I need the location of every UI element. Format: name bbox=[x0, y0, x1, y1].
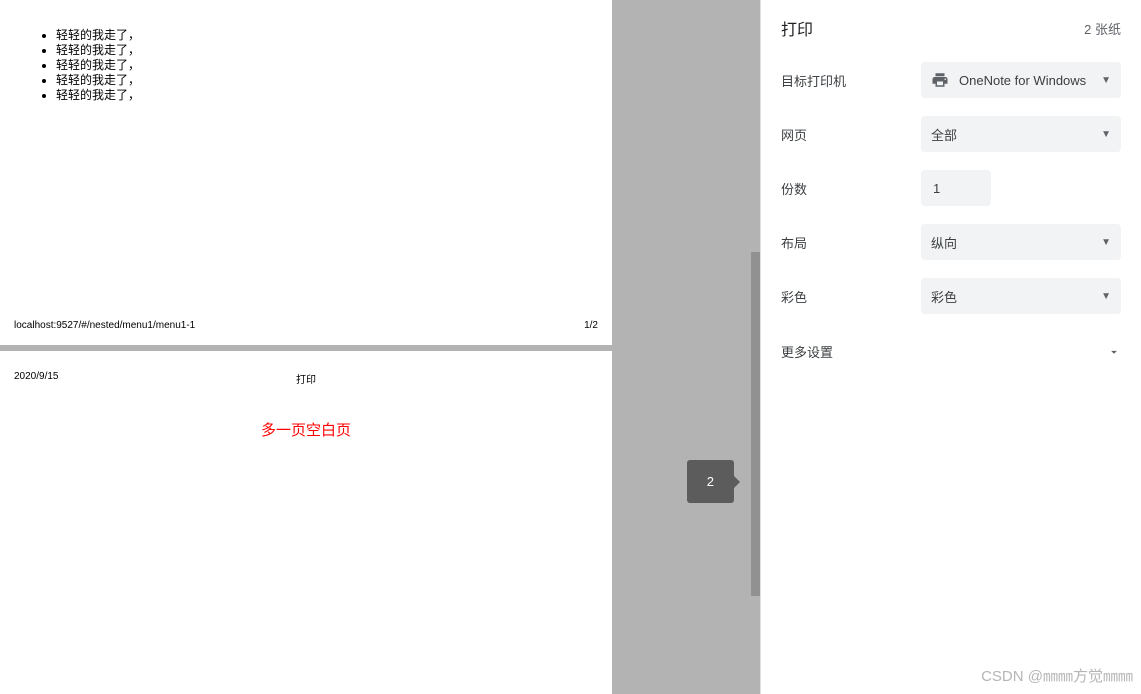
layout-value: 纵向 bbox=[931, 233, 1101, 252]
content-list: 轻轻的我走了， 轻轻的我走了， 轻轻的我走了， 轻轻的我走了， 轻轻的我走了， bbox=[0, 0, 612, 103]
preview-scrollbar-thumb[interactable] bbox=[751, 252, 760, 596]
destination-value: OneNote for Windows bbox=[959, 73, 1101, 88]
row-color: 彩色 彩色 ▼ bbox=[781, 278, 1121, 314]
footer-url: localhost:9527/#/nested/menu1/menu1-1 bbox=[14, 320, 195, 331]
layout-label: 布局 bbox=[781, 233, 921, 252]
list-item: 轻轻的我走了， bbox=[56, 43, 612, 58]
panel-title: 打印 bbox=[781, 16, 813, 40]
destination-select[interactable]: OneNote for Windows ▼ bbox=[921, 62, 1121, 98]
list-item: 轻轻的我走了， bbox=[56, 73, 612, 88]
row-destination: 目标打印机 OneNote for Windows ▼ bbox=[781, 62, 1121, 98]
header-spacer bbox=[403, 371, 598, 386]
footer-page-number: 1/2 bbox=[584, 320, 598, 331]
list-item: 轻轻的我走了， bbox=[56, 28, 612, 43]
panel-header: 打印 2 张纸 bbox=[781, 16, 1121, 40]
page-strip: 轻轻的我走了， 轻轻的我走了， 轻轻的我走了， 轻轻的我走了， 轻轻的我走了， … bbox=[0, 0, 612, 694]
preview-page-2: 2020/9/15 打印 多一页空白页 bbox=[0, 351, 612, 694]
row-pages: 网页 全部 ▼ bbox=[781, 116, 1121, 152]
chevron-down-icon: ▼ bbox=[1101, 129, 1111, 140]
sheet-count: 2 张纸 bbox=[1084, 19, 1121, 38]
copies-label: 份数 bbox=[781, 179, 921, 198]
print-settings-panel: 打印 2 张纸 目标打印机 OneNote for Windows ▼ 网页 全… bbox=[760, 0, 1141, 694]
page-footer: localhost:9527/#/nested/menu1/menu1-1 1/… bbox=[14, 320, 598, 331]
preview-page-1: 轻轻的我走了， 轻轻的我走了， 轻轻的我走了， 轻轻的我走了， 轻轻的我走了， … bbox=[0, 0, 612, 345]
more-settings-label: 更多设置 bbox=[781, 342, 833, 361]
copies-input[interactable] bbox=[921, 170, 991, 206]
list-item: 轻轻的我走了， bbox=[56, 88, 612, 103]
pages-label: 网页 bbox=[781, 125, 921, 144]
header-date: 2020/9/15 bbox=[14, 371, 209, 386]
annotation-text: 多一页空白页 bbox=[0, 419, 612, 440]
color-label: 彩色 bbox=[781, 287, 921, 306]
printer-icon bbox=[931, 71, 949, 89]
row-layout: 布局 纵向 ▼ bbox=[781, 224, 1121, 260]
row-copies: 份数 bbox=[781, 170, 1121, 206]
list-item: 轻轻的我走了， bbox=[56, 58, 612, 73]
layout-select[interactable]: 纵向 ▼ bbox=[921, 224, 1121, 260]
more-settings-toggle[interactable]: 更多设置 bbox=[781, 332, 1121, 361]
color-select[interactable]: 彩色 ▼ bbox=[921, 278, 1121, 314]
chevron-down-icon: ▼ bbox=[1101, 75, 1111, 86]
print-preview-area: 轻轻的我走了， 轻轻的我走了， 轻轻的我走了， 轻轻的我走了， 轻轻的我走了， … bbox=[0, 0, 760, 694]
page-indicator-tooltip: 2 bbox=[687, 460, 734, 503]
pages-select[interactable]: 全部 ▼ bbox=[921, 116, 1121, 152]
chevron-down-icon: ▼ bbox=[1101, 237, 1111, 248]
destination-label: 目标打印机 bbox=[781, 71, 921, 90]
chevron-down-icon bbox=[1107, 345, 1121, 359]
header-title: 打印 bbox=[209, 371, 404, 386]
pages-value: 全部 bbox=[931, 125, 1101, 144]
color-value: 彩色 bbox=[931, 287, 1101, 306]
page-header: 2020/9/15 打印 bbox=[14, 371, 598, 386]
chevron-down-icon: ▼ bbox=[1101, 291, 1111, 302]
